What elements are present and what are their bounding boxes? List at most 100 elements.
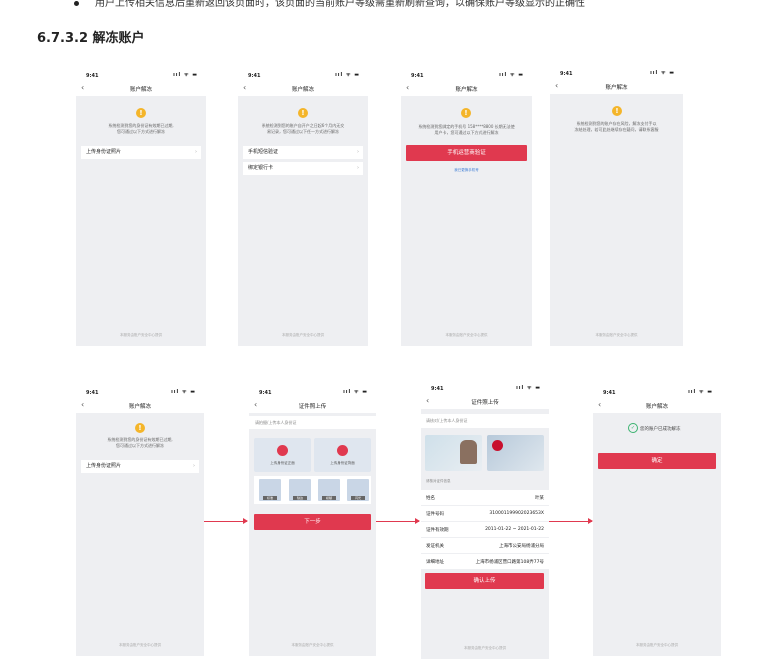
bind-card-row[interactable]: 绑定银行卡 ›	[243, 162, 363, 175]
field-key: 姓名	[426, 496, 435, 501]
section-label: 请核对证件信息	[426, 479, 451, 483]
nav-title: 账户解冻	[605, 85, 628, 91]
info-text: 系统检测到您的身份证有效期已过期, 您可通过以下方式进行解冻	[86, 123, 196, 135]
sample-glare: 闪光	[347, 479, 369, 501]
phone-screen-2: 9:41 ııl ᯤ ▬ ‹ 账户解冻 ! 系统检测到您的账户自开户之日起6个月内无…	[238, 71, 368, 346]
phone-screen-6: 9:41 ııl ᯤ ▬ ‹ 证件照上传 请拍摄/上传本人身份证 上传身份证正面 上…	[249, 388, 376, 656]
nav-title: 账户解冻	[455, 87, 478, 93]
status-bar: 9:41 ııl ᯤ ▬	[249, 388, 376, 398]
warning-icon: !	[298, 108, 308, 118]
sample-missing-edge: 缺边	[289, 479, 311, 501]
chevron-right-icon: ›	[193, 463, 195, 469]
flow-arrow-2	[376, 518, 420, 524]
id-back-photo[interactable]	[487, 435, 544, 471]
status-bar: 9:41 ııl ᯤ ▬	[238, 71, 368, 81]
status-time: 9:41	[259, 390, 272, 396]
nav-bar: ‹ 账户解冻	[238, 81, 368, 96]
status-time: 9:41	[86, 390, 99, 396]
field-value: 310001199902023653X	[489, 511, 544, 516]
upload-hint: 请拍摄/上传本人身份证	[249, 416, 376, 429]
id-front-photo[interactable]	[425, 435, 482, 471]
warning-icon: !	[461, 108, 471, 118]
nav-bar: ‹ 账户解冻	[76, 398, 204, 413]
nav-title: 证件照上传	[298, 404, 327, 410]
nav-bar: ‹ 证件照上传	[249, 398, 376, 413]
phone-screen-3: 9:41 ııl ᯤ ▬ ‹ 账户解冻 ! 系统检测到您绑定的手机号 158****…	[401, 71, 532, 346]
nav-bar: ‹ 账户解冻	[76, 81, 206, 96]
status-icons: ııl ᯤ ▬	[516, 385, 541, 391]
warning-icon: !	[612, 106, 622, 116]
footer-text: 本服务由账户安全中心提供	[464, 646, 506, 650]
status-time: 9:41	[603, 390, 616, 396]
sms-verify-row[interactable]: 手机短信验证 ›	[243, 146, 363, 159]
field-validity: 证件有效期 2011-01-22 ~ 2021-01-22	[421, 522, 549, 537]
status-time: 9:41	[411, 73, 424, 79]
status-icons: ııl ᯤ ▬	[335, 72, 360, 78]
nav-bar: ‹ 账户解冻	[593, 398, 721, 413]
row-label: 手机短信验证	[248, 149, 279, 155]
field-key: 证件号码	[426, 512, 444, 517]
flow-arrow-1	[204, 518, 248, 524]
nav-title: 证件照上传	[471, 400, 499, 406]
info-line-2: 易记录，您可通过以下任一方式进行解冻	[267, 129, 339, 134]
field-key: 详细地址	[426, 560, 444, 565]
nav-bar: ‹ 证件照上传	[421, 394, 549, 409]
info-line-2: 用户卡，您可通过以下方式进行解冻	[434, 130, 499, 135]
changed-phone-link[interactable]: 我已更换手机号	[401, 168, 532, 173]
id-front-upload[interactable]: 上传身份证正面	[254, 438, 311, 472]
card-label: 上传身份证背面	[330, 461, 355, 465]
bullet-item: 用户上传相关信息后重新返回该页面时，该页面的当前账户等级需重新刷新查询，以确保账…	[74, 0, 585, 9]
confirm-upload-button[interactable]: 确认上传	[425, 573, 544, 589]
section-heading: 6.7.3.2 解冻账户	[37, 31, 145, 46]
carrier-verify-button[interactable]: 手机运营商验证	[406, 145, 527, 161]
sample-blurry: 模糊	[318, 479, 340, 501]
nav-title: 账户解冻	[128, 404, 151, 410]
chevron-right-icon: ›	[357, 149, 359, 155]
field-name: 姓名 叶某	[421, 490, 549, 505]
chevron-right-icon: ›	[357, 165, 359, 171]
row-label: 上传身份证照片	[86, 463, 122, 469]
confirm-button[interactable]: 确定	[598, 453, 716, 469]
card-label: 上传身份证正面	[270, 461, 295, 465]
nav-bar: ‹ 账户解冻	[401, 81, 532, 96]
upload-hint: 请核对/上传本人身份证	[421, 414, 549, 428]
footer-text: 本服务由账户安全中心提供	[595, 333, 638, 337]
sample-standard: 标准	[259, 479, 281, 501]
footer-text: 本服务由账户安全中心提供	[291, 643, 334, 647]
status-icons: ııl ᯤ ▬	[173, 72, 198, 78]
thumb-label: 标准	[263, 496, 277, 500]
field-key: 证件有效期	[426, 528, 449, 533]
footer-text: 本服务由账户安全中心提供	[636, 643, 678, 647]
chevron-right-icon: ›	[195, 149, 197, 155]
nav-title: 账户解冻	[291, 87, 314, 93]
field-value: 上海市杨浦区营口路第108弄77号	[475, 560, 544, 565]
nav-title: 账户解冻	[645, 404, 668, 410]
status-icons: ııl ᯤ ▬	[499, 72, 524, 78]
next-step-button[interactable]: 下一步	[254, 514, 371, 530]
status-bar: 9:41 ııl ᯤ ▬	[76, 71, 206, 81]
upload-id-row[interactable]: 上传身份证照片 ›	[81, 460, 199, 473]
check-circle-icon: ✓	[628, 423, 638, 433]
status-time: 9:41	[560, 71, 573, 77]
status-icons: ııl ᯤ ▬	[650, 70, 675, 76]
status-time: 9:41	[248, 73, 261, 79]
field-value: 上海市公安局杨浦分局	[499, 544, 544, 549]
flow-arrow-3	[549, 518, 593, 524]
nav-bar: ‹ 账户解冻	[550, 79, 683, 94]
id-back-upload[interactable]: 上传身份证背面	[314, 438, 371, 472]
thumb-label: 缺边	[293, 496, 307, 500]
field-key: 发证机关	[426, 544, 444, 549]
info-line-2: 冻结处理，若可此处继续存在疑问，请联系客服	[574, 127, 659, 132]
upload-id-row[interactable]: 上传身份证照片 ›	[81, 146, 201, 159]
status-icons: ııl ᯤ ▬	[343, 389, 368, 395]
field-value: 2011-01-22 ~ 2021-01-22	[485, 527, 544, 532]
status-icons: ııl ᯤ ▬	[688, 389, 713, 395]
phone-screen-8: 9:41 ııl ᯤ ▬ ‹ 账户解冻 ✓ 您的账户已成功解冻 确定 本服务由账户安…	[593, 388, 721, 656]
emblem-icon	[492, 440, 503, 451]
info-line-2: 您可通过以下方式进行解冻	[116, 443, 164, 448]
success-text: 您的账户已成功解冻	[640, 427, 681, 432]
footer-text: 本服务由账户安全中心提供	[119, 643, 161, 647]
footer-text: 本服务由账户安全中心提供	[282, 333, 324, 337]
info-text: 系统检测到您绑定的手机号 158****8800 长期无法使 用户卡，您可通过以下…	[411, 124, 522, 136]
footer-text: 本服务由账户安全中心提供	[120, 333, 162, 337]
